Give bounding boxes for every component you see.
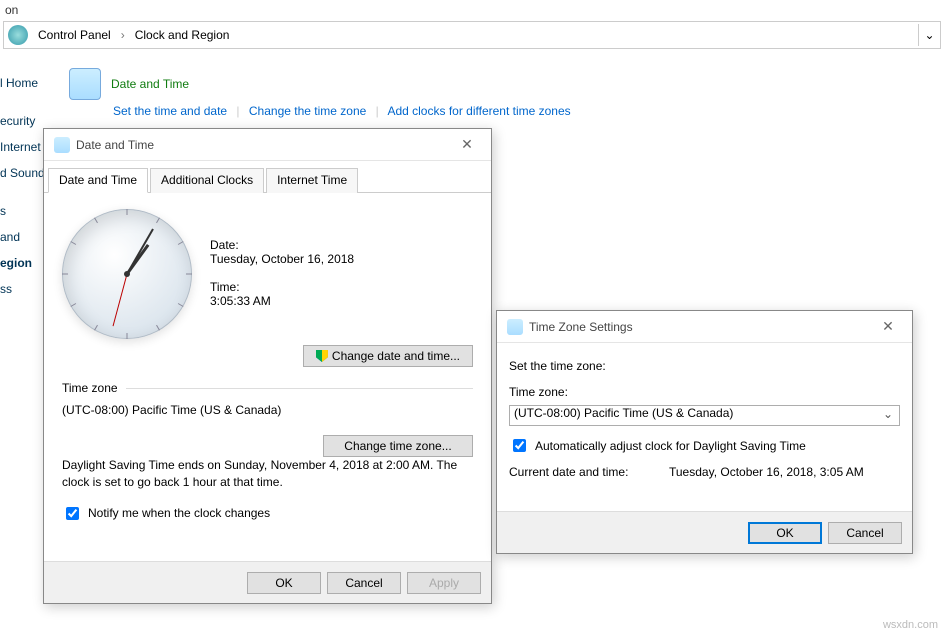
change-date-time-button[interactable]: Change date and time... — [303, 345, 473, 367]
time-label: Time: — [210, 280, 473, 294]
cancel-button[interactable]: Cancel — [327, 572, 401, 594]
link-set-time[interactable]: Set the time and date — [113, 104, 227, 118]
ok-button[interactable]: OK — [247, 572, 321, 594]
nav-sound[interactable]: d Sound — [0, 160, 45, 186]
dialog-footer: OK Cancel — [497, 511, 912, 553]
analog-clock — [62, 209, 192, 339]
dialog-titlebar[interactable]: Date and Time ✕ — [44, 129, 491, 161]
chevron-right-icon: › — [117, 28, 129, 42]
dst-text: Daylight Saving Time ends on Sunday, Nov… — [62, 457, 473, 492]
apply-button: Apply — [407, 572, 481, 594]
dialog-titlebar[interactable]: Time Zone Settings ✕ — [497, 311, 912, 343]
nav-item[interactable]: s — [0, 198, 45, 224]
left-nav: l Home ecurity Internet d Sound s and eg… — [0, 50, 45, 302]
breadcrumb-bar: Control Panel › Clock and Region ⌄ — [3, 21, 941, 49]
tab-additional-clocks[interactable]: Additional Clocks — [150, 168, 264, 193]
ok-button[interactable]: OK — [748, 522, 822, 544]
time-zone-heading: Time zone — [62, 381, 473, 395]
auto-dst-label: Automatically adjust clock for Daylight … — [535, 439, 806, 453]
time-zone-settings-dialog: Time Zone Settings ✕ Set the time zone: … — [496, 310, 913, 554]
date-time-icon — [54, 137, 70, 153]
shield-icon — [316, 350, 328, 362]
breadcrumb-item[interactable]: Clock and Region — [129, 28, 236, 42]
notify-checkbox[interactable]: Notify me when the clock changes — [62, 504, 473, 523]
breadcrumb-item[interactable]: Control Panel — [32, 28, 117, 42]
section-heading: Date and Time — [69, 68, 571, 100]
section-title[interactable]: Date and Time — [111, 77, 189, 91]
cancel-button[interactable]: Cancel — [828, 522, 902, 544]
notify-checkbox-input[interactable] — [66, 507, 79, 520]
link-change-tz[interactable]: Change the time zone — [249, 104, 366, 118]
control-panel-icon — [8, 25, 28, 45]
date-time-icon — [69, 68, 101, 100]
auto-dst-checkbox[interactable]: Automatically adjust clock for Daylight … — [509, 436, 900, 455]
window-title-fragment: on — [0, 0, 944, 20]
tab-date-and-time[interactable]: Date and Time — [48, 168, 148, 193]
section-links: Set the time and date | Change the time … — [113, 104, 571, 118]
tab-internet-time[interactable]: Internet Time — [266, 168, 358, 193]
watermark: wsxdn.com — [883, 619, 938, 631]
time-value: 3:05:33 AM — [210, 294, 473, 308]
date-and-time-dialog: Date and Time ✕ Date and Time Additional… — [43, 128, 492, 604]
link-add-clocks[interactable]: Add clocks for different time zones — [387, 104, 570, 118]
nav-item[interactable]: ss — [0, 276, 45, 302]
time-zone-label: Time zone: — [509, 385, 900, 399]
change-time-zone-button[interactable]: Change time zone... — [323, 435, 473, 457]
time-zone-value: (UTC-08:00) Pacific Time (US & Canada) — [62, 403, 473, 417]
nav-internet[interactable]: Internet — [0, 134, 45, 160]
nav-item[interactable]: and — [0, 224, 45, 250]
close-button[interactable]: ✕ — [874, 318, 902, 335]
set-time-zone-label: Set the time zone: — [509, 359, 900, 373]
date-label: Date: — [210, 238, 473, 252]
nav-region[interactable]: egion — [0, 250, 45, 276]
nav-home[interactable]: l Home — [0, 70, 45, 96]
close-button[interactable]: ✕ — [453, 136, 481, 153]
dialog-footer: OK Cancel Apply — [44, 561, 491, 603]
time-zone-select[interactable]: (UTC-08:00) Pacific Time (US & Canada) — [509, 405, 900, 426]
second-hand — [113, 274, 128, 326]
tab-bar: Date and Time Additional Clocks Internet… — [44, 167, 491, 193]
notify-label: Notify me when the clock changes — [88, 506, 270, 520]
current-datetime-value: Tuesday, October 16, 2018, 3:05 AM — [669, 465, 864, 479]
history-dropdown[interactable]: ⌄ — [918, 24, 940, 46]
date-value: Tuesday, October 16, 2018 — [210, 252, 473, 266]
current-datetime-label: Current date and time: — [509, 465, 669, 479]
auto-dst-checkbox-input[interactable] — [513, 439, 526, 452]
time-zone-icon — [507, 319, 523, 335]
dialog-title: Date and Time — [76, 138, 453, 152]
nav-security[interactable]: ecurity — [0, 108, 45, 134]
dialog-title: Time Zone Settings — [529, 320, 874, 334]
minute-hand — [126, 228, 154, 274]
